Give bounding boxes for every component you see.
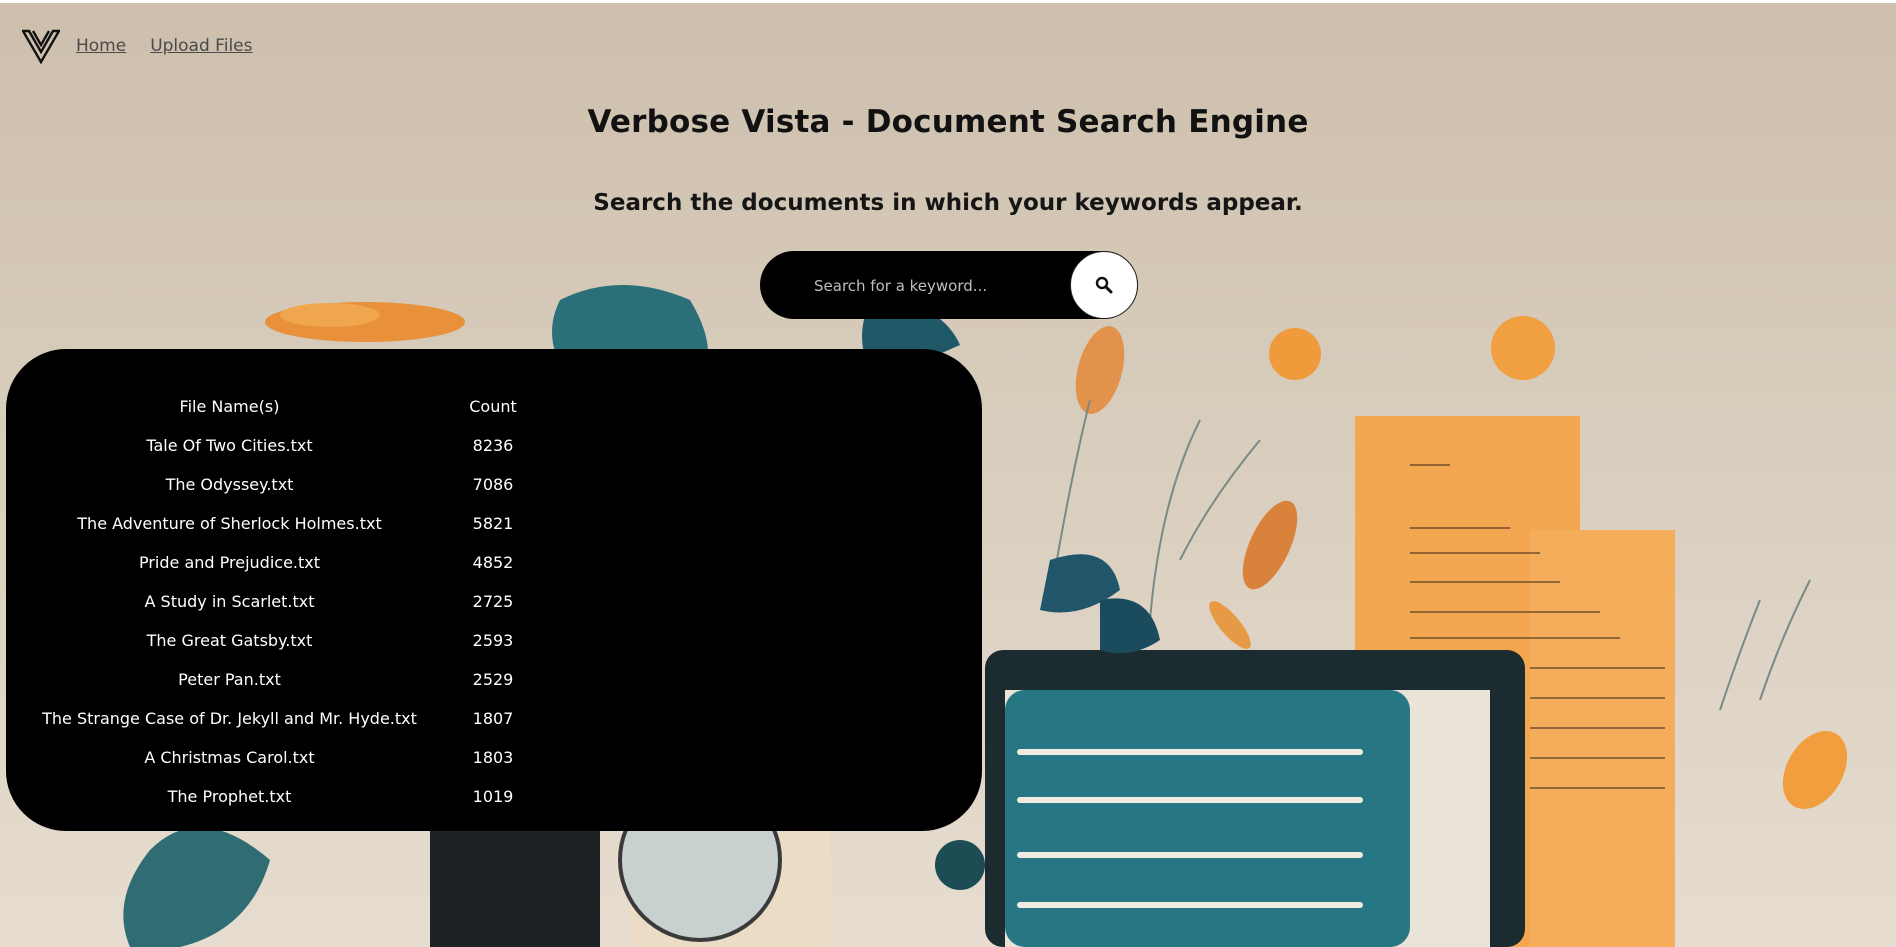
result-count: 1019 (472, 787, 514, 806)
result-file-name: A Study in Scarlet.txt (144, 592, 315, 611)
result-count: 2593 (472, 631, 514, 650)
table-row: Peter Pan.txt 2529 (6, 660, 982, 699)
result-file-name: The Odyssey.txt (165, 475, 294, 494)
result-count: 5821 (472, 514, 514, 533)
result-count: 7086 (472, 475, 514, 494)
search-button[interactable] (1070, 251, 1138, 319)
result-file-name: Pride and Prejudice.txt (138, 553, 321, 572)
page-title: Verbose Vista - Document Search Engine (587, 104, 1309, 140)
result-count: 8236 (472, 436, 514, 455)
table-row: The Adventure of Sherlock Holmes.txt 5821 (6, 504, 982, 543)
result-count: 2725 (472, 592, 514, 611)
header-file-name: File Name(s) (179, 397, 280, 416)
table-row: The Odyssey.txt 7086 (6, 465, 982, 504)
table-row: Tale Of Two Cities.txt 8236 (6, 426, 982, 465)
result-count: 2529 (472, 670, 514, 689)
result-file-name: A Christmas Carol.txt (144, 748, 315, 767)
table-row: A Study in Scarlet.txt 2725 (6, 582, 982, 621)
table-row: The Strange Case of Dr. Jekyll and Mr. H… (6, 699, 982, 738)
results-header-row: File Name(s) Count (6, 387, 982, 426)
result-file-name: Peter Pan.txt (178, 670, 281, 689)
result-file-name: The Adventure of Sherlock Holmes.txt (77, 514, 382, 533)
results-panel: File Name(s) Count Tale Of Two Cities.tx… (6, 349, 982, 831)
result-file-name: The Great Gatsby.txt (146, 631, 313, 650)
page-subtitle: Search the documents in which your keywo… (593, 190, 1303, 216)
nav-link-upload-files[interactable]: Upload Files (150, 36, 252, 56)
result-count: 1803 (472, 748, 514, 767)
v-logo-icon[interactable] (22, 28, 60, 64)
table-row: A Christmas Carol.txt 1803 (6, 738, 982, 777)
search-icon (1095, 276, 1113, 294)
table-row: The Great Gatsby.txt 2593 (6, 621, 982, 660)
header-count: Count (469, 397, 517, 416)
nav-link-home[interactable]: Home (76, 36, 126, 56)
search-input[interactable] (812, 267, 1066, 305)
result-count: 4852 (472, 553, 514, 572)
result-file-name: The Prophet.txt (167, 787, 292, 806)
result-file-name: The Strange Case of Dr. Jekyll and Mr. H… (42, 709, 417, 728)
result-file-name: Tale Of Two Cities.txt (146, 436, 313, 455)
table-row: The Prophet.txt 1019 (6, 777, 982, 816)
top-nav: Home Upload Files (22, 28, 252, 64)
search-bar (760, 251, 1138, 319)
results-table: File Name(s) Count Tale Of Two Cities.tx… (6, 387, 982, 816)
table-row: Pride and Prejudice.txt 4852 (6, 543, 982, 582)
result-count: 1807 (472, 709, 514, 728)
